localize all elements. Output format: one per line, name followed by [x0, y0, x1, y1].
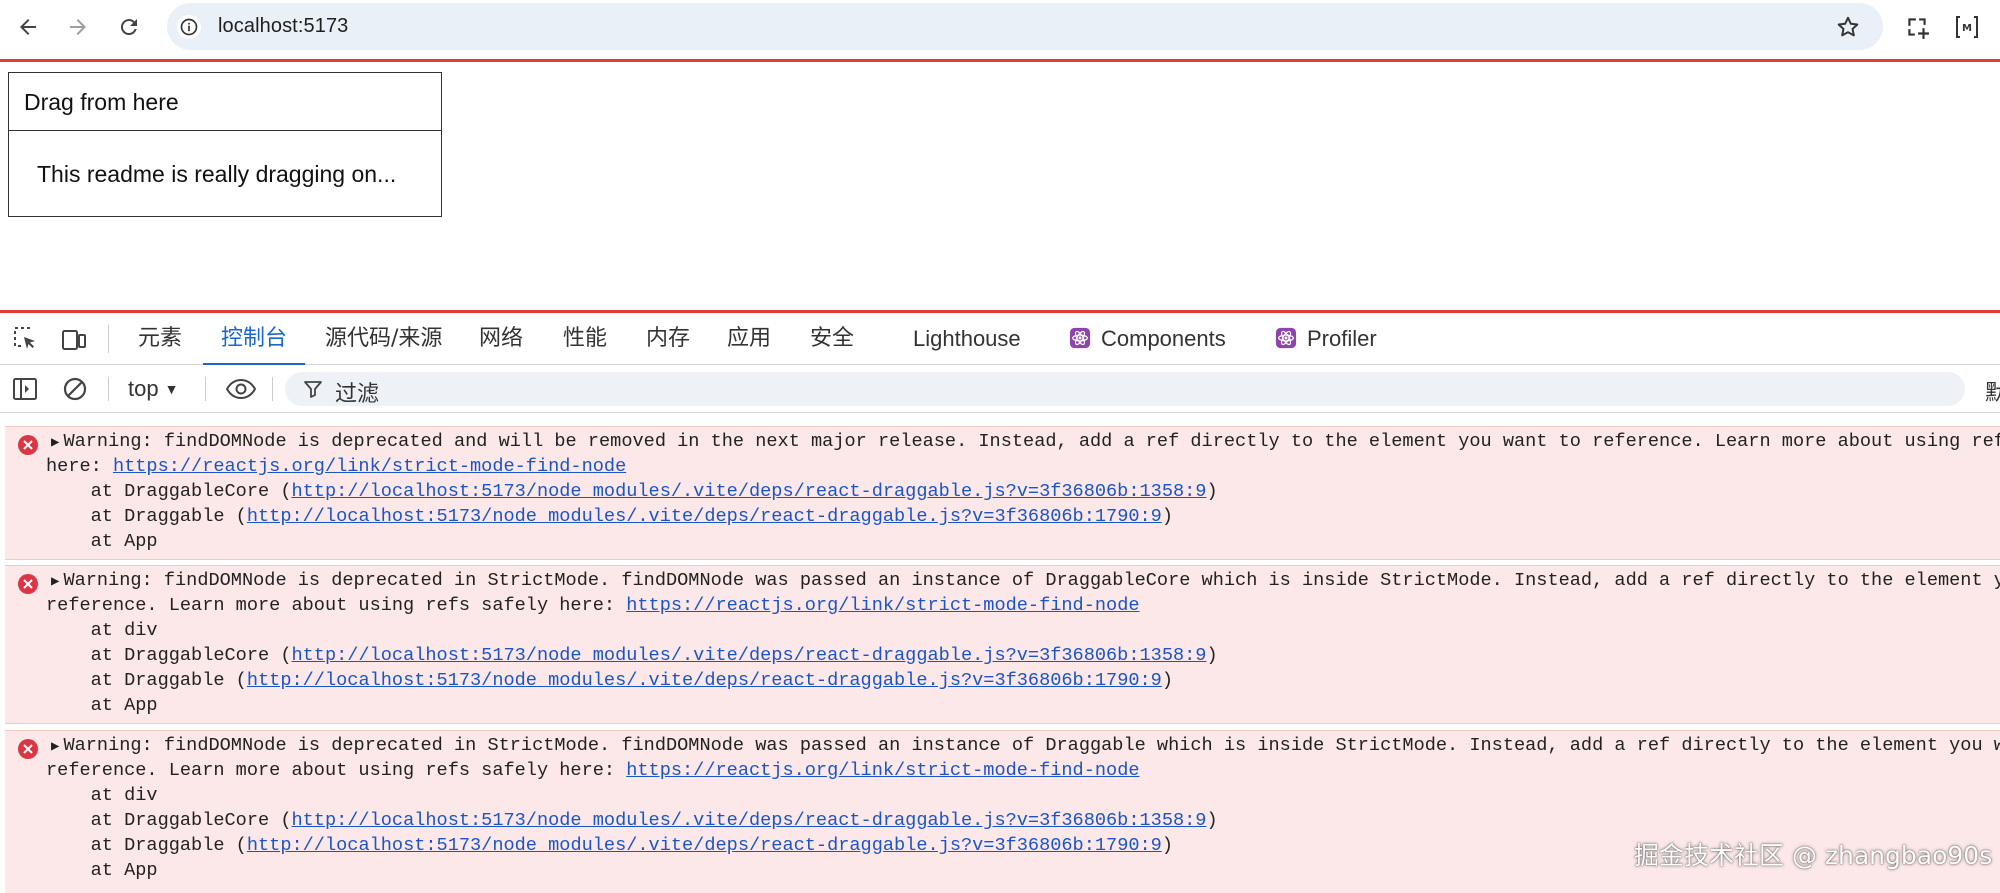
back-arrow-icon — [20, 19, 36, 35]
toolbar-separator — [272, 377, 273, 401]
tab-sources[interactable]: 源代码/来源 — [325, 313, 442, 365]
tab-components[interactable]: Components — [1069, 313, 1226, 365]
message-text-line: ▶ Warning: findDOMNode is deprecated in S… — [51, 570, 2000, 591]
draggable-box[interactable]: Drag from here This readme is really dra… — [8, 72, 442, 217]
error-icon — [18, 435, 38, 455]
devtools-tab-bar: 元素 控制台 源代码/来源 网络 性能 内存 应用 安全 Lighthouse … — [0, 313, 2000, 366]
tab-profiler[interactable]: Profiler — [1275, 313, 1377, 365]
devtools-panel: 元素 控制台 源代码/来源 网络 性能 内存 应用 安全 Lighthouse … — [0, 310, 2000, 893]
toolbar-separator — [108, 377, 109, 401]
show-sidebar-button[interactable] — [11, 375, 39, 403]
tab-elements[interactable]: 元素 — [138, 313, 182, 365]
inspect-cursor-icon — [14, 327, 35, 349]
screenshot-button[interactable] — [1903, 13, 1931, 41]
browser-toolbar: localhost:5173 M — [0, 0, 2000, 62]
stack-frame: at Draggable (http://localhost:5173/node… — [46, 670, 1173, 691]
react-icon — [1275, 327, 1297, 349]
forward-button[interactable] — [62, 11, 94, 43]
url-text[interactable]: localhost:5173 — [218, 15, 348, 38]
caret-down-icon: ▼ — [164, 381, 179, 397]
stack-frame: at DraggableCore (http://localhost:5173/… — [46, 810, 1218, 831]
stack-frame: at App — [46, 531, 158, 552]
source-link[interactable]: http://localhost:5173/node_modules/.vite… — [247, 506, 1162, 527]
source-link[interactable]: http://localhost:5173/node_modules/.vite… — [247, 670, 1162, 691]
site-info-button[interactable] — [177, 15, 201, 39]
message-text-line: ▶ Warning: findDOMNode is deprecated in S… — [51, 735, 2000, 756]
message-text-line: ▶ Warning: findDOMNode is deprecated and … — [51, 431, 2000, 452]
watermark: 掘金技术社区 @ zhangbao90s — [1634, 841, 1993, 870]
react-icon — [1069, 327, 1091, 349]
stack-frame: at div — [46, 785, 158, 806]
live-expression-button[interactable] — [224, 375, 258, 403]
block-icon — [63, 377, 87, 401]
message-text-line: reference. Learn more about using refs s… — [46, 760, 1140, 781]
tab-performance[interactable]: 性能 — [563, 313, 607, 365]
message-text-line: here: https://reactjs.org/link/strict-mo… — [46, 456, 627, 477]
star-icon[interactable] — [1835, 14, 1861, 40]
console-messages: ▶ Warning: findDOMNode is deprecated and … — [0, 414, 2000, 893]
message-text-line: reference. Learn more about using refs s… — [46, 595, 1140, 616]
filter-placeholder: 过滤 — [335, 382, 380, 407]
tab-network[interactable]: 网络 — [479, 313, 523, 365]
extension-button[interactable]: M — [1953, 13, 1981, 41]
address-bar[interactable]: localhost:5173 — [167, 3, 1883, 50]
source-link[interactable]: http://localhost:5173/node_modules/.vite… — [291, 481, 1206, 502]
expand-triangle-icon[interactable]: ▶ — [51, 739, 59, 755]
source-link[interactable]: http://localhost:5173/node_modules/.vite… — [291, 645, 1206, 666]
tab-security[interactable]: 安全 — [810, 313, 854, 365]
stack-frame: at Draggable (http://localhost:5173/node… — [46, 835, 1173, 856]
stack-frame: at App — [46, 695, 158, 716]
expand-triangle-icon[interactable]: ▶ — [51, 435, 59, 451]
stack-frame: at Draggable (http://localhost:5173/node… — [46, 506, 1173, 527]
drag-body-text: This readme is really dragging on... — [37, 161, 397, 187]
inspect-element-button[interactable] — [11, 324, 41, 354]
stack-frame: at App — [46, 860, 158, 881]
info-icon — [180, 18, 198, 36]
clear-console-button[interactable] — [61, 375, 89, 403]
toolbar-separator — [205, 377, 206, 401]
reload-icon — [120, 19, 137, 36]
context-value: top — [128, 376, 159, 401]
device-mode-icon — [62, 330, 86, 350]
console-toolbar: top ▼ 过滤 默 — [0, 365, 2000, 413]
stack-frame: at DraggableCore (http://localhost:5173/… — [46, 481, 1218, 502]
source-link[interactable]: http://localhost:5173/node_modules/.vite… — [291, 810, 1206, 831]
crop-add-icon — [1908, 18, 1929, 39]
strict-mode-link[interactable]: https://reactjs.org/link/strict-mode-fin… — [113, 456, 626, 477]
tab-memory[interactable]: 内存 — [646, 313, 690, 365]
eye-icon — [225, 378, 257, 400]
device-toolbar-button[interactable] — [59, 324, 89, 354]
console-error-message: ▶ Warning: findDOMNode is deprecated and … — [5, 426, 2000, 560]
tab-separator — [108, 325, 109, 353]
drag-handle[interactable]: Drag from here — [9, 73, 441, 131]
tab-console[interactable]: 控制台 — [202, 313, 306, 366]
forward-arrow-icon — [70, 19, 86, 35]
console-error-message: ▶ Warning: findDOMNode is deprecated in S… — [5, 565, 2000, 724]
filter-input[interactable]: 过滤 — [285, 372, 1965, 407]
stack-frame: at div — [46, 620, 158, 641]
default-levels-dropdown[interactable]: 默 — [1985, 375, 2000, 407]
source-link[interactable]: http://localhost:5173/node_modules/.vite… — [247, 835, 1162, 856]
tab-components-label: Components — [1101, 326, 1226, 351]
context-selector[interactable]: top ▼ — [128, 365, 178, 413]
back-button[interactable] — [12, 11, 44, 43]
expand-triangle-icon[interactable]: ▶ — [51, 574, 59, 590]
sidebar-toggle-icon — [13, 378, 37, 400]
stack-frame: at DraggableCore (http://localhost:5173/… — [46, 645, 1218, 666]
filter-icon — [304, 381, 322, 398]
tab-lighthouse[interactable]: Lighthouse — [913, 313, 1021, 365]
bracket-m-icon: M — [1956, 16, 1978, 38]
strict-mode-link[interactable]: https://reactjs.org/link/strict-mode-fin… — [626, 595, 1139, 616]
strict-mode-link[interactable]: https://reactjs.org/link/strict-mode-fin… — [626, 760, 1139, 781]
reload-button[interactable] — [113, 11, 145, 43]
svg-text:M: M — [1962, 23, 1972, 34]
error-icon — [18, 574, 38, 594]
tab-application[interactable]: 应用 — [727, 313, 771, 365]
error-icon — [18, 739, 38, 759]
tab-profiler-label: Profiler — [1307, 326, 1377, 351]
